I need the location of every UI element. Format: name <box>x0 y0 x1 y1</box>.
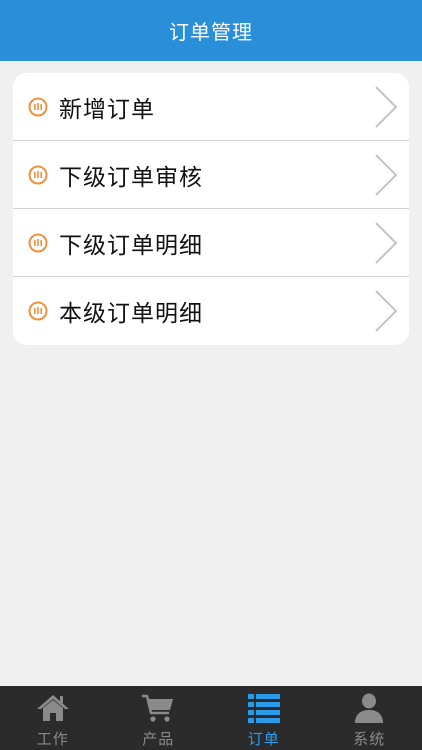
home-icon <box>36 695 69 721</box>
menu-item-label: 下级订单明细 <box>59 232 203 259</box>
chevron-right-icon <box>375 290 398 332</box>
menu-list: 新增订单 下级订单审核 下级订单明细 本级订单明细 <box>13 73 409 345</box>
menu-item-own-order-detail[interactable]: 本级订单明细 <box>13 277 409 345</box>
menu-item-label: 下级订单审核 <box>59 164 203 191</box>
chevron-right-icon <box>375 85 398 128</box>
orange-circle-icon <box>28 165 48 184</box>
list-icon <box>247 694 280 723</box>
menu-item-sub-order-review[interactable]: 下级订单审核 <box>13 141 409 209</box>
nav-header: 订单管理 <box>0 0 422 61</box>
orange-circle-icon <box>28 97 48 116</box>
menu-item-sub-order-detail[interactable]: 下级订单明细 <box>13 209 409 277</box>
tab-bar: 工作 产品 订单 系统 <box>0 686 422 750</box>
chevron-right-icon <box>375 221 398 264</box>
page-title: 订单管理 <box>169 20 253 44</box>
tab-label: 工作 <box>36 730 69 748</box>
tab-label: 系统 <box>353 730 386 748</box>
menu-item-label: 本级订单明细 <box>59 301 203 327</box>
tab-work[interactable]: 工作 <box>0 686 106 750</box>
orange-circle-icon <box>28 233 48 252</box>
user-icon <box>355 693 384 723</box>
menu-item-new-order[interactable]: 新增订单 <box>13 73 409 141</box>
menu-item-label: 新增订单 <box>59 96 155 123</box>
tab-products[interactable]: 产品 <box>106 686 212 750</box>
cart-icon <box>142 694 174 722</box>
tab-orders[interactable]: 订单 <box>211 686 317 750</box>
chevron-right-icon <box>375 153 398 196</box>
orange-circle-icon <box>28 301 48 321</box>
tab-label: 订单 <box>247 730 280 748</box>
tab-label: 产品 <box>142 730 175 748</box>
tab-system[interactable]: 系统 <box>317 686 422 750</box>
